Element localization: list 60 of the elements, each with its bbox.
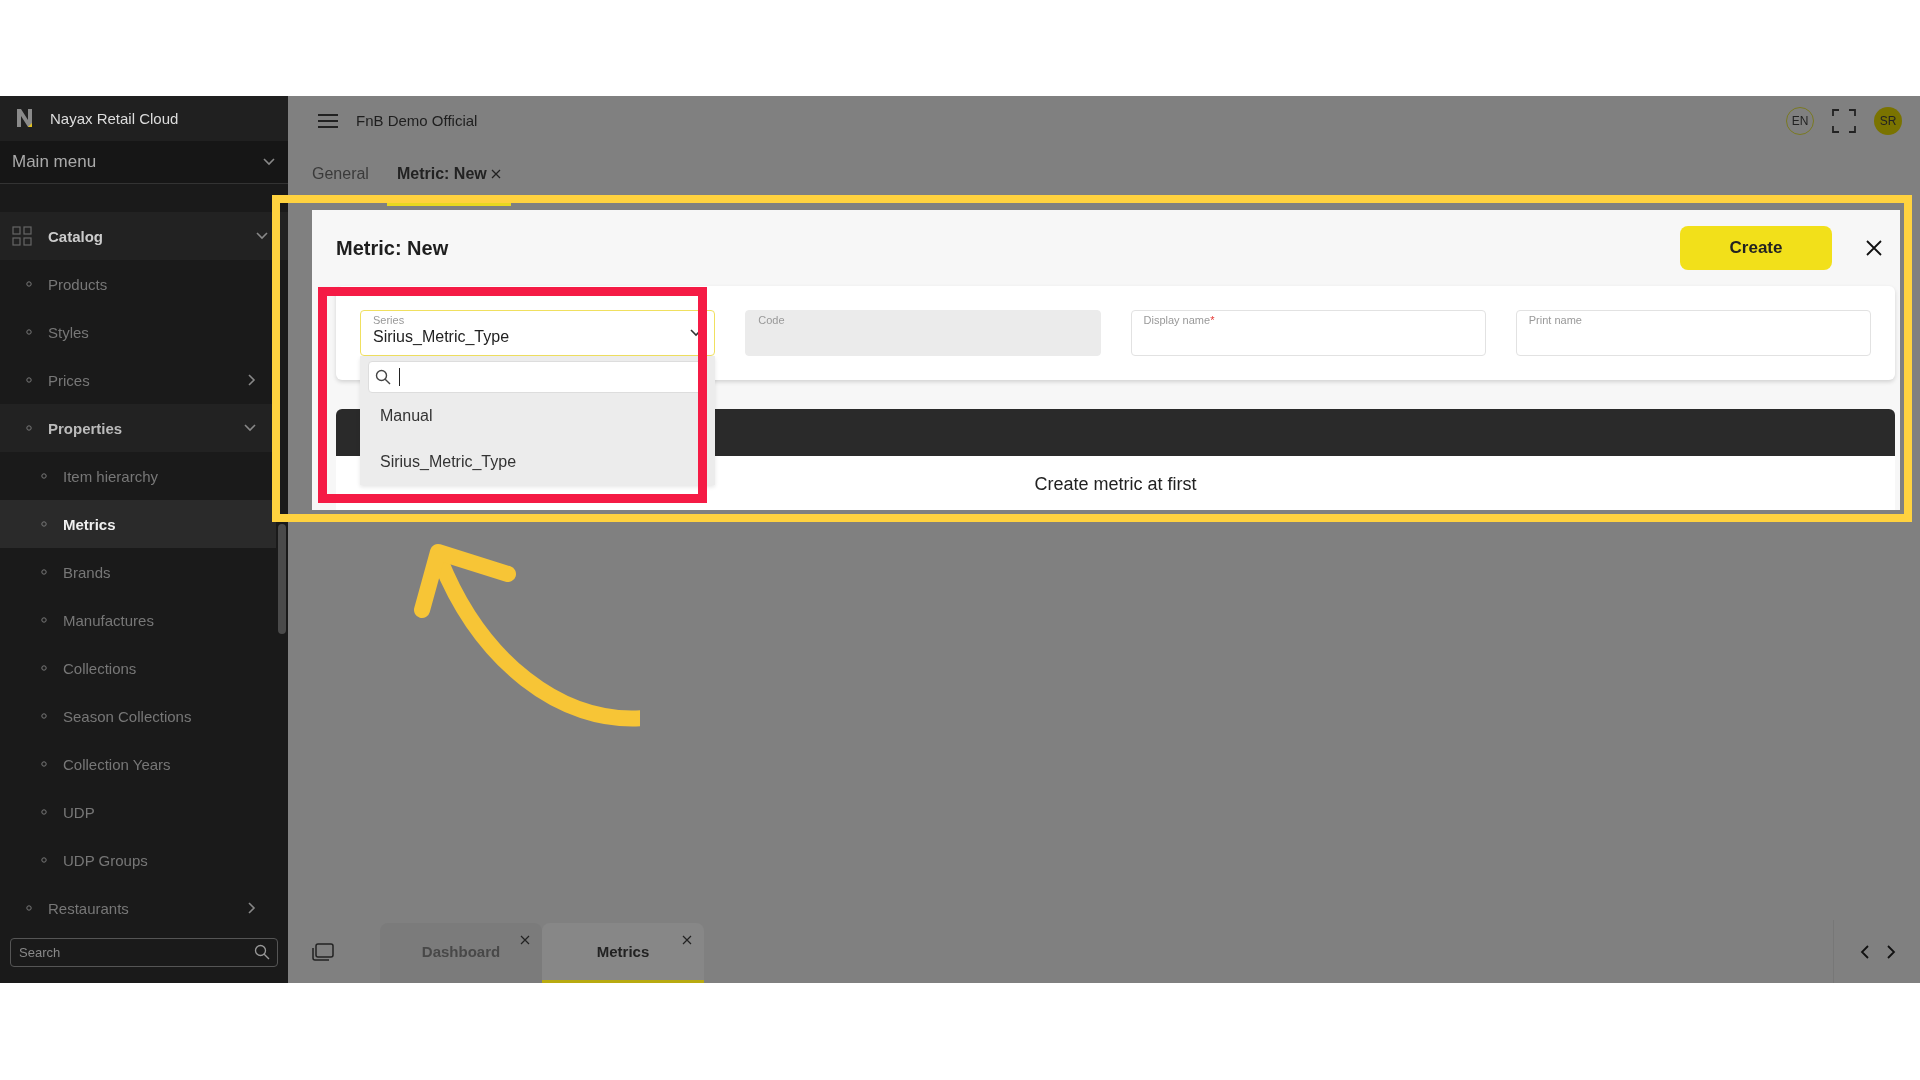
user-avatar[interactable]: SR xyxy=(1874,106,1902,135)
sidebar-item[interactable]: Prices xyxy=(0,356,276,404)
search-field[interactable]: Search xyxy=(10,938,278,967)
dropdown-option[interactable]: Manual xyxy=(360,393,716,439)
empty-message: Create metric at first xyxy=(1034,474,1197,496)
chevron-right-icon xyxy=(248,902,256,914)
menu-icon[interactable] xyxy=(318,113,338,128)
search-icon xyxy=(375,369,391,385)
chevron-down-icon xyxy=(256,232,268,240)
tab[interactable]: Metric: New xyxy=(386,145,511,206)
tab[interactable]: Metrics xyxy=(542,923,704,983)
logo-icon xyxy=(16,108,34,129)
bullet-icon xyxy=(41,521,47,527)
bullet-icon xyxy=(41,617,47,623)
bullet-icon xyxy=(26,377,32,383)
sidebar-item[interactable]: Metrics xyxy=(0,500,276,548)
fullscreen-icon[interactable] xyxy=(1832,108,1856,133)
scrollbar[interactable] xyxy=(278,524,286,634)
brand-name: Nayax Retail Cloud xyxy=(50,109,179,127)
windows-icon[interactable] xyxy=(312,942,334,961)
bullet-icon xyxy=(41,665,47,671)
create-button[interactable]: Create xyxy=(1680,226,1832,270)
sidebar-item[interactable]: Brands xyxy=(0,548,276,596)
sidebar-item[interactable]: Collection Years xyxy=(0,740,276,788)
bullet-icon xyxy=(41,809,47,815)
search-icon xyxy=(254,944,270,960)
bullet-icon xyxy=(41,569,47,575)
sidebar-item[interactable]: UDP xyxy=(0,788,276,836)
sidebar-item[interactable]: Catalog xyxy=(0,212,288,260)
chevron-down-icon xyxy=(244,424,256,432)
bullet-icon xyxy=(41,761,47,767)
sidebar-item[interactable]: Season Collections xyxy=(0,692,276,740)
chevron-down-icon xyxy=(262,156,276,167)
sidebar-item[interactable]: UDP Groups xyxy=(0,836,276,884)
chevron-right-icon xyxy=(248,374,256,386)
bullet-icon xyxy=(26,425,32,431)
dropdown-option[interactable]: Sirius_Metric_Type xyxy=(360,439,716,485)
close-icon[interactable] xyxy=(1866,240,1882,256)
tab[interactable]: General xyxy=(302,145,379,206)
sidebar-item[interactable]: Restaurants xyxy=(0,884,276,932)
bullet-icon xyxy=(41,473,47,479)
main-menu-header[interactable]: Main menu xyxy=(0,140,288,184)
sidebar-item[interactable]: Item hierarchy xyxy=(0,452,276,500)
bullet-icon xyxy=(41,713,47,719)
input-field[interactable]: Series Sirius_Metric_Type xyxy=(360,310,716,356)
input-field[interactable]: Display name* xyxy=(1130,310,1486,356)
sidebar-item[interactable]: Products xyxy=(0,260,276,308)
input-field[interactable]: Print name xyxy=(1515,310,1871,356)
panel-title: Metric: New xyxy=(336,236,450,260)
bullet-icon xyxy=(26,905,32,911)
chevron-right-icon[interactable] xyxy=(1886,943,1896,960)
bullet-icon xyxy=(41,857,47,863)
bullet-icon xyxy=(26,329,32,335)
sidebar-item[interactable]: Manufactures xyxy=(0,596,276,644)
bullet-icon xyxy=(26,281,32,287)
grid-icon xyxy=(12,226,32,246)
chevron-left-icon[interactable] xyxy=(1860,943,1870,960)
sidebar-item[interactable]: Styles xyxy=(0,308,276,356)
workspace-name: FnB Demo Official xyxy=(356,112,478,129)
sidebar-item[interactable]: Collections xyxy=(0,644,276,692)
